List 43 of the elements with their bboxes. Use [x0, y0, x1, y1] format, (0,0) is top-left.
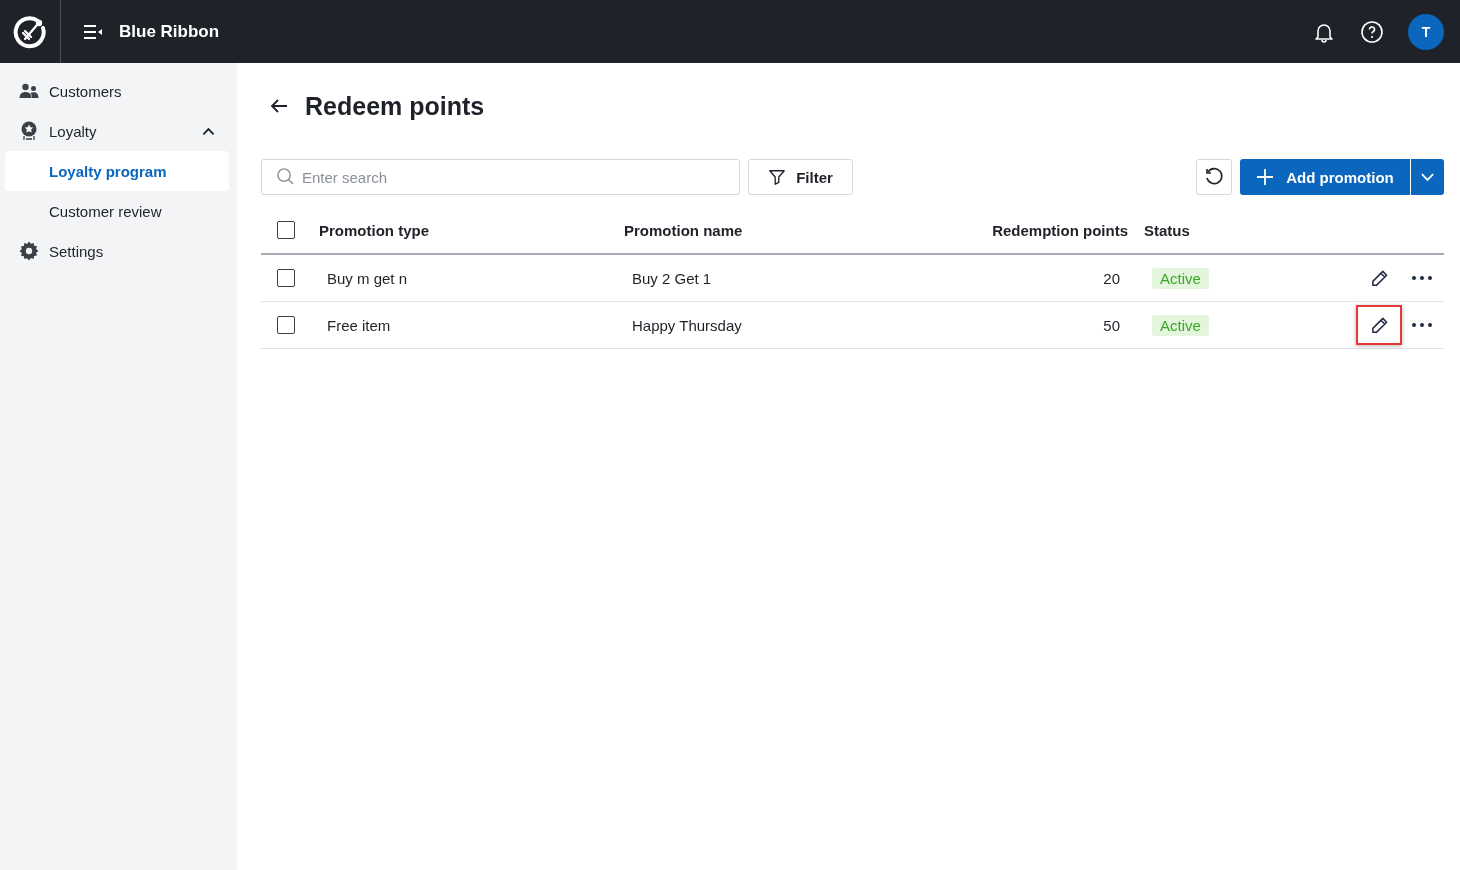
people-icon — [19, 81, 39, 101]
table-cell: Free item — [327, 316, 391, 334]
table-cell: Happy Thursday — [632, 316, 742, 334]
plus-icon — [1256, 168, 1275, 186]
chevron-down-icon — [1420, 172, 1435, 182]
award-badge-icon — [19, 121, 39, 141]
refresh-icon — [1204, 167, 1224, 187]
sidebar-subitem[interactable]: Loyalty program — [5, 151, 229, 191]
logo-icon — [13, 14, 47, 49]
edit-button[interactable] — [1356, 305, 1402, 345]
filter-button[interactable]: Filter — [748, 159, 853, 195]
app-name: Blue Ribbon — [119, 21, 220, 42]
more-options-button[interactable] — [1412, 323, 1432, 327]
status-badge: Active — [1152, 314, 1209, 336]
refresh-button[interactable] — [1196, 159, 1232, 195]
table-cell: 50 — [1103, 316, 1120, 334]
more-options-button[interactable] — [1412, 276, 1432, 280]
sidebar-item[interactable]: Settings — [5, 231, 229, 271]
pencil-icon — [1369, 315, 1389, 335]
user-avatar[interactable]: T — [1408, 13, 1444, 50]
column-header: Redemption points — [992, 221, 1128, 239]
checkbox[interactable] — [277, 269, 295, 287]
add-promotion-button[interactable]: Add promotion — [1240, 159, 1410, 195]
column-header: Promotion name — [624, 221, 743, 239]
settings-icon — [19, 241, 39, 261]
sidebar-subitem[interactable]: Customer review — [5, 191, 229, 231]
menu-collapse-icon[interactable] — [83, 24, 103, 39]
checkbox[interactable] — [277, 316, 295, 334]
help-icon[interactable] — [1360, 19, 1384, 44]
column-header: Promotion type — [319, 221, 429, 239]
table-cell: Buy m get n — [327, 269, 408, 287]
checkbox[interactable] — [277, 221, 295, 239]
column-header: Status — [1144, 221, 1190, 239]
dropdown-button[interactable] — [1410, 159, 1444, 195]
table-cell: Buy 2 Get 1 — [632, 269, 712, 287]
search-field[interactable]: Enter search — [261, 159, 740, 195]
page-title: Redeem points — [305, 91, 485, 121]
filter-icon — [768, 168, 787, 186]
status-badge: Active — [1152, 267, 1209, 289]
sidebar-item[interactable]: Customers — [5, 71, 229, 111]
table-cell: 20 — [1103, 269, 1120, 287]
pencil-icon — [1369, 268, 1389, 288]
sidebar-item[interactable]: Loyalty — [5, 111, 229, 151]
